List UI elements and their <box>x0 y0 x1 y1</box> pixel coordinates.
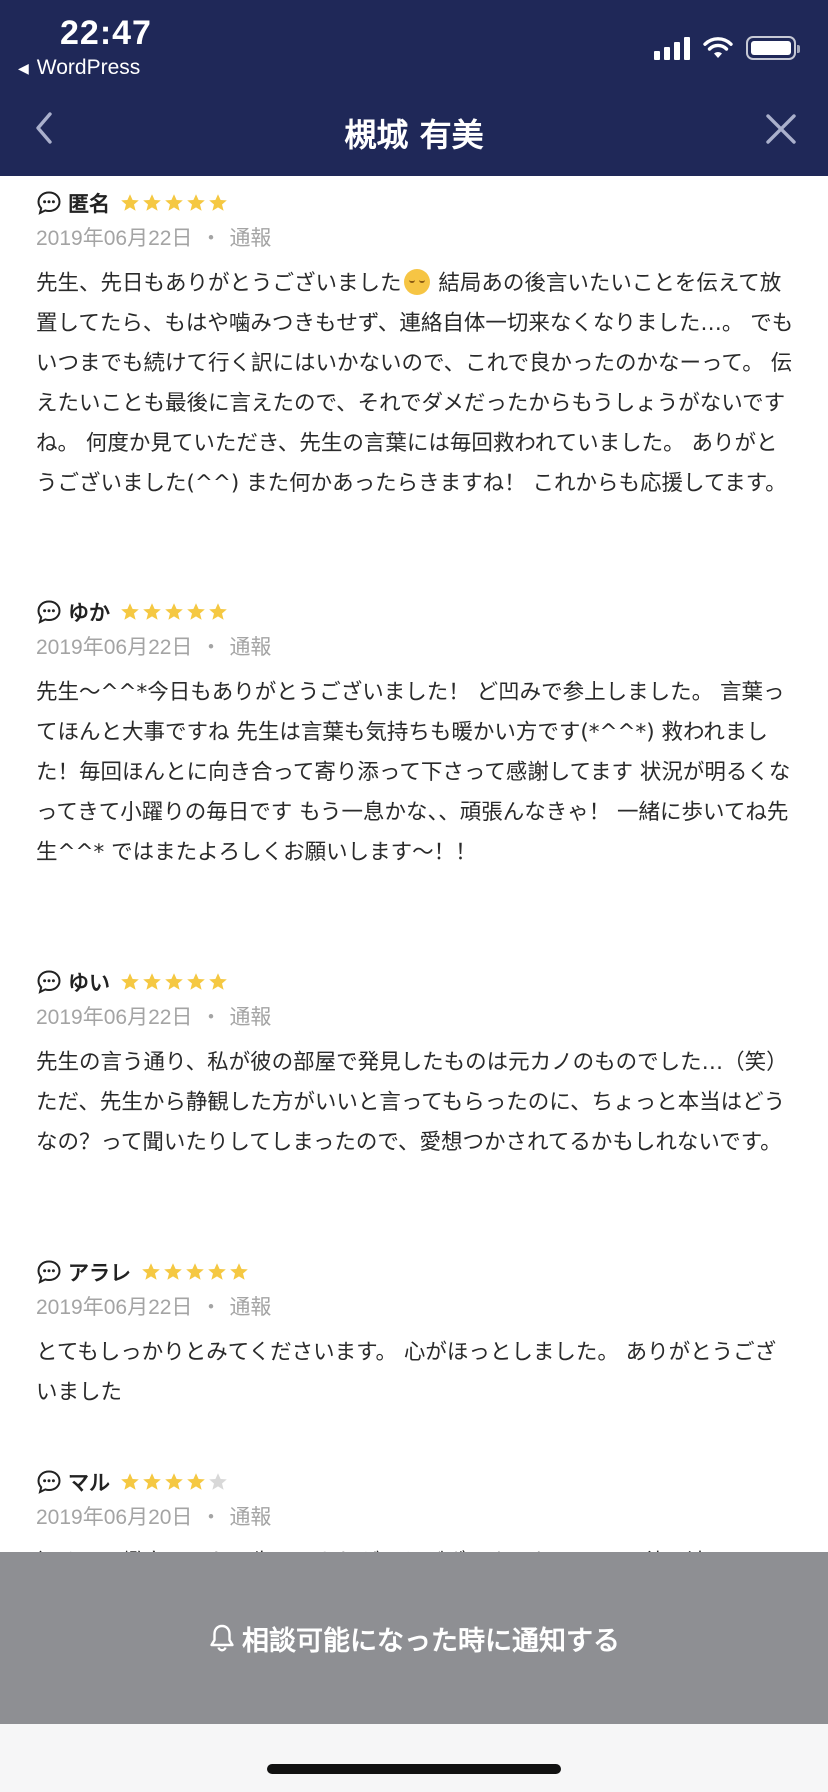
review-item: アラレ 2019年06月22日・通報 とてもしっかりとみてくださいます。 心がほ… <box>36 1257 796 1413</box>
header: 22:47 ◀ WordPress 槻城 有美 <box>0 0 828 176</box>
report-link[interactable]: 通報 <box>229 636 271 659</box>
app-screen: 22:47 ◀ WordPress 槻城 有美 匿名 2019年06月22日 ・… <box>0 0 828 1792</box>
signal-icon <box>654 36 690 60</box>
review-meta: 2019年06月22日・通報 <box>36 1296 272 1319</box>
review-item: ゆか 2019年06月22日・通報 先生〜^^*今日もありがとうございました！ … <box>36 597 796 873</box>
reviewer-name: マル <box>68 1471 110 1495</box>
report-link[interactable]: 通報 <box>229 1006 271 1029</box>
review-date: 2019年06月22日 <box>36 227 193 250</box>
star-filled-icon <box>121 1473 139 1490</box>
star-filled-icon <box>165 973 183 990</box>
home-indicator[interactable] <box>267 1764 561 1774</box>
reviewer-name: ゆい <box>68 971 110 995</box>
back-app-label: WordPress <box>36 56 141 79</box>
review-date: 2019年06月22日 <box>36 1296 193 1319</box>
star-filled-icon <box>209 973 227 990</box>
star-filled-icon <box>143 194 161 211</box>
star-rating <box>141 1262 249 1282</box>
star-filled-icon <box>187 603 205 620</box>
status-time: 22:47 <box>60 14 152 52</box>
star-filled-icon <box>142 1263 160 1280</box>
review-meta: 2019年06月20日・通報 <box>36 1506 272 1529</box>
comment-bubble-icon <box>37 970 61 994</box>
star-filled-icon <box>209 603 227 620</box>
review-text: 先生〜^^*今日もありがとうございました！ ど凹みで参上しました。 言葉ってほん… <box>36 680 791 865</box>
reviewer-name: 匿名 <box>68 192 110 216</box>
star-filled-icon <box>209 194 227 211</box>
comment-bubble-icon <box>37 191 61 215</box>
review-text: とてもしっかりとみてくださいます。 心がほっとしました。 ありがとうございました <box>36 1340 777 1405</box>
star-filled-icon <box>143 973 161 990</box>
report-link[interactable]: 通報 <box>229 1296 271 1319</box>
review-date: 2019年06月22日 <box>36 1006 193 1029</box>
review-text: 先生の言う通り、私が彼の部屋で発見したものは元カノのものでした…（笑）ただ、先生… <box>36 1050 788 1155</box>
comment-bubble-icon <box>37 600 61 624</box>
status-indicators <box>654 36 800 60</box>
smiling-face-emoji-icon <box>403 269 430 295</box>
star-filled-icon <box>208 1263 226 1280</box>
review-meta: 2019年06月22日・通報 <box>36 1006 272 1029</box>
star-filled-icon <box>165 194 183 211</box>
star-filled-icon <box>121 973 139 990</box>
star-filled-icon <box>164 1263 182 1280</box>
star-filled-icon <box>230 1263 248 1280</box>
review-meta: 2019年06月22日・通報 <box>36 636 272 659</box>
review-item: ゆい 2019年06月22日・通報 先生の言う通り、私が彼の部屋で発見したものは… <box>36 967 796 1163</box>
back-triangle-icon: ◀ <box>18 59 29 76</box>
star-filled-icon <box>143 1473 161 1490</box>
star-filled-icon <box>187 194 205 211</box>
star-filled-icon <box>165 1473 183 1490</box>
notify-button[interactable]: 相談可能になった時に通知する <box>0 1552 828 1724</box>
review-meta: 2019年06月22日・通報 <box>36 227 272 250</box>
review-date: 2019年06月20日 <box>36 1506 193 1529</box>
report-link[interactable]: 通報 <box>229 1506 271 1529</box>
wifi-icon <box>703 37 733 58</box>
page-title: 槻城 有美 <box>344 116 484 154</box>
battery-icon <box>746 36 800 60</box>
review-text: 先生、先日もありがとうございました 結局あの後言いたいことを伝えて放置してたら、… <box>36 269 794 496</box>
star-rating <box>120 972 228 992</box>
star-filled-icon <box>121 194 139 211</box>
star-filled-icon <box>165 603 183 620</box>
star-filled-icon <box>121 603 139 620</box>
star-empty-icon <box>209 1473 227 1490</box>
reviewer-name: アラレ <box>68 1261 131 1285</box>
star-filled-icon <box>187 1473 205 1490</box>
review-item: 匿名 2019年06月22日・通報 先生、先日もありがとうございました 結局あの… <box>36 188 796 504</box>
star-filled-icon <box>143 603 161 620</box>
star-filled-icon <box>186 1263 204 1280</box>
report-link[interactable]: 通報 <box>229 227 271 250</box>
notify-button-label: 相談可能になった時に通知する <box>242 1625 620 1657</box>
home-area <box>0 1724 828 1792</box>
star-filled-icon <box>187 973 205 990</box>
reviewer-name: ゆか <box>68 601 110 625</box>
star-rating <box>120 602 228 622</box>
close-icon[interactable] <box>764 112 798 146</box>
review-date: 2019年06月22日 <box>36 636 193 659</box>
comment-bubble-icon <box>37 1260 61 1284</box>
back-to-app-link[interactable]: ◀ WordPress <box>18 56 140 80</box>
bell-icon <box>210 1624 234 1652</box>
star-rating <box>120 193 228 213</box>
comment-bubble-icon <box>37 1470 61 1494</box>
star-rating <box>120 1472 228 1492</box>
